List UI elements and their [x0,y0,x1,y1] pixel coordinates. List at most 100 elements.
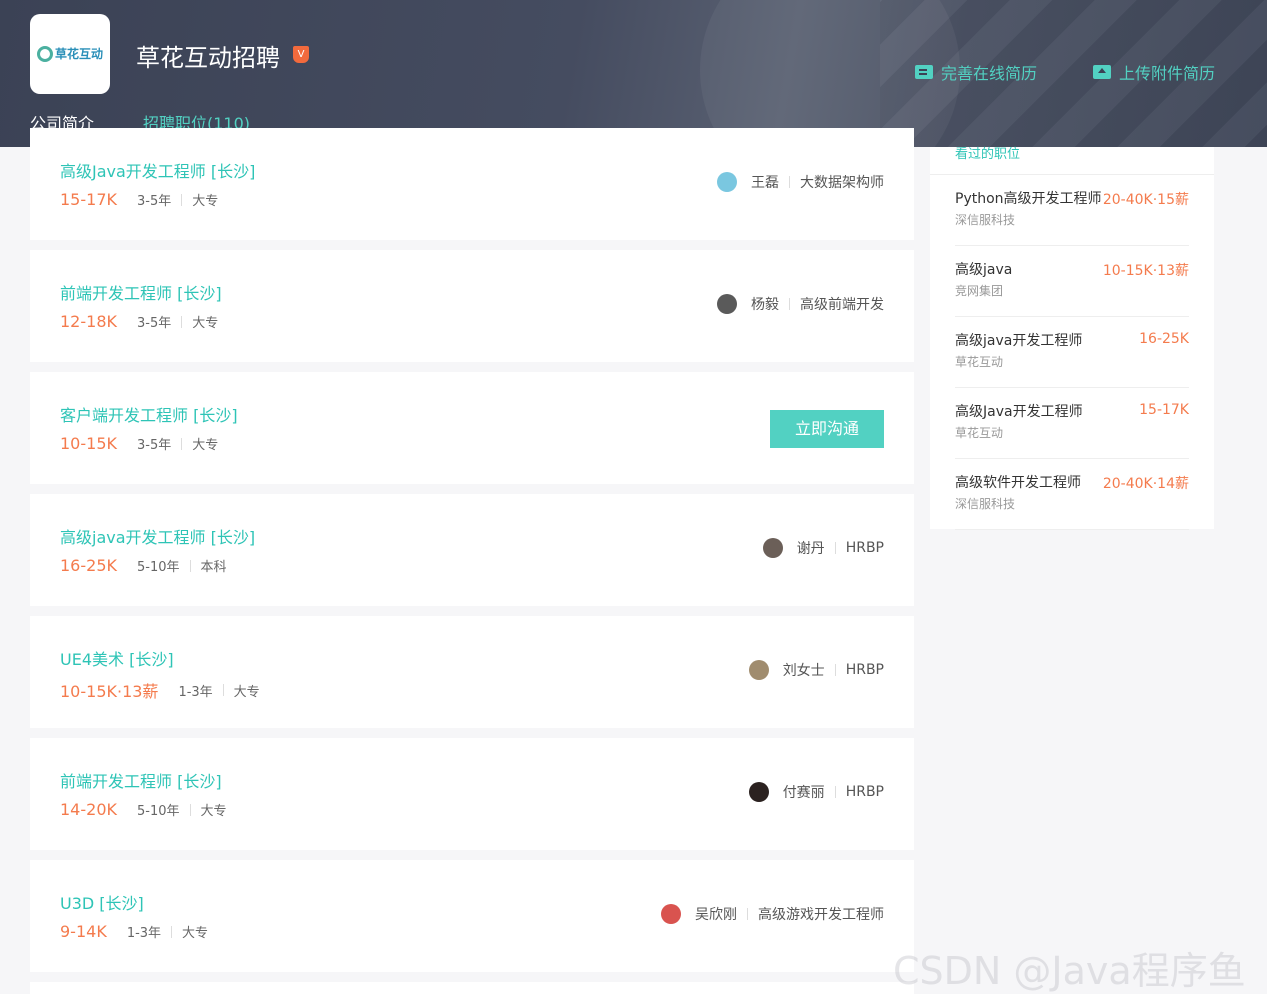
complete-resume-label: 完善在线简历 [941,64,1038,83]
viewed-job-title: 高级Java开发工程师 [955,404,1083,420]
divider [834,664,836,676]
job-experience: 1-3年 [178,684,213,700]
job-card[interactable]: 高级java开发工程师 [长沙] 16-25K 5-10年 本科 谢丹 HRBP [30,494,914,606]
recruiter-info: 谢丹 HRBP [762,538,884,558]
upload-icon [1093,65,1111,79]
chat-now-button[interactable]: 立即沟通 [770,410,884,448]
job-meta: 16-25K 5-10年 本科 [60,556,227,575]
divider [181,193,183,206]
job-meta: 15-17K 3-5年 大专 [60,190,218,209]
viewed-job-item[interactable]: 高级java开发工程师 草花互动 16-25K [955,317,1189,388]
upload-resume-label: 上传附件简历 [1119,64,1216,83]
divider [747,908,748,920]
job-card[interactable]: 前端开发工程师 [长沙] 12-18K 3-5年 大专 杨毅 高级前端开发 [30,250,914,362]
avatar [748,660,769,680]
divider [181,437,183,450]
viewed-job-salary: 20-40K·15薪 [1102,192,1189,208]
job-title[interactable]: 客户端开发工程师 [长沙] [60,402,238,426]
job-meta: 10-15K·13薪 1-3年 大专 [60,678,260,702]
job-experience: 5-10年 [136,560,180,575]
company-logo: 草花互动 [30,14,110,94]
recruiter-name: 谢丹 [796,541,825,557]
job-card[interactable]: 客户端开发工程师 [长沙] 10-15K 3-5年 大专 立即沟通 [30,372,914,484]
viewed-job-title: 高级java开发工程师 [955,333,1083,349]
recruiter-name: 杨毅 [751,297,779,313]
viewed-job-title: 高级java [955,262,1013,278]
viewed-job-company: 草花互动 [955,426,1004,440]
job-card[interactable]: U3D [长沙] 9-14K 1-3年 大专 吴欣刚 高级游戏开发工程师 [30,860,914,972]
viewed-job-title: Python高级开发工程师 [955,191,1102,207]
job-card[interactable] [30,982,914,994]
job-education: 大专 [192,316,219,331]
job-title[interactable]: U3D [长沙] [60,890,144,914]
viewed-job-item[interactable]: 高级java 竞网集团 10-15K·13薪 [955,246,1189,317]
viewed-job-item[interactable]: Python高级开发工程师 深信服科技 20-40K·15薪 [955,175,1189,246]
job-education: 大专 [200,804,227,819]
viewed-job-title: 高级软件开发工程师 [955,475,1081,491]
complete-resume-button[interactable]: 完善在线简历 [915,60,1037,84]
avatar [717,294,737,314]
job-education: 本科 [200,560,227,575]
viewed-jobs-title: 看过的职位 [955,147,1021,162]
job-experience: 3-5年 [136,438,172,453]
recruiter-role: 大数据架构师 [800,175,884,191]
upload-resume-button[interactable]: 上传附件简历 [1093,60,1215,84]
company-header: 草花互动 草花互动招聘 V 完善在线简历 上传附件简历 公司简介 招聘职位(11… [0,0,1267,147]
job-meta: 10-15K 3-5年 大专 [60,434,218,453]
recruiter-role: HRBP [845,540,884,556]
job-title[interactable]: 高级java开发工程师 [长沙] [60,524,255,548]
job-meta: 9-14K 1-3年 大专 [60,922,208,941]
job-salary: 9-14K [60,922,107,941]
recruiter-name: 付赛丽 [782,785,825,801]
job-salary: 12-18K [60,312,117,331]
watermark: CSDN @Java程序鱼 [893,949,1246,993]
viewed-job-salary: 10-15K·13薪 [1102,263,1189,279]
divider [181,315,183,328]
divider [189,803,191,816]
recruiter-info: 杨毅 高级前端开发 [717,294,884,314]
viewed-job-salary: 16-25K [1139,331,1189,347]
job-title[interactable]: 前端开发工程师 [长沙] [60,280,222,304]
job-education: 大专 [182,926,209,941]
divider [789,298,790,310]
job-title[interactable]: UE4美术 [长沙] [60,646,174,670]
job-card[interactable]: 前端开发工程师 [长沙] 14-20K 5-10年 大专 付赛丽 HRBP [30,738,914,850]
divider [189,559,191,572]
recruiter-info: 吴欣刚 高级游戏开发工程师 [661,904,884,924]
job-salary: 16-25K [60,556,117,575]
job-salary: 10-15K·13薪 [60,682,159,701]
job-card[interactable]: 高级Java开发工程师 [长沙] 15-17K 3-5年 大专 王磊 大数据架构… [30,128,914,240]
job-experience: 5-10年 [136,804,180,819]
viewed-job-item[interactable]: 高级Java开发工程师 草花互动 15-17K [955,388,1189,459]
recruiter-role: 高级游戏开发工程师 [758,907,884,923]
job-salary: 15-17K [60,190,117,209]
logo-text: 草花互动 [54,47,103,61]
viewed-job-salary: 20-40K·14薪 [1102,476,1189,492]
job-meta: 14-20K 5-10年 大专 [60,800,227,819]
job-meta: 12-18K 3-5年 大专 [60,312,218,331]
divider [222,684,224,696]
job-education: 大专 [233,684,260,700]
recruiter-info: 付赛丽 HRBP [748,782,884,802]
job-experience: 1-3年 [126,926,162,941]
recruiter-role: HRBP [845,784,884,800]
job-education: 大专 [192,438,219,453]
recruiter-name: 王磊 [751,175,779,191]
avatar [748,782,769,802]
viewed-job-item[interactable]: 高级软件开发工程师 深信服科技 20-40K·14薪 [955,459,1189,530]
viewed-job-company: 深信服科技 [955,213,1016,227]
viewed-job-company: 深信服科技 [955,497,1016,511]
logo-mark-icon [36,46,53,62]
job-title[interactable]: 前端开发工程师 [长沙] [60,768,222,792]
recruiter-info: 刘女士 HRBP [748,660,884,680]
resume-icon [915,65,933,79]
job-experience: 3-5年 [136,194,172,209]
job-salary: 14-20K [60,800,117,819]
job-title[interactable]: 高级Java开发工程师 [长沙] [60,158,255,182]
job-card[interactable]: UE4美术 [长沙] 10-15K·13薪 1-3年 大专 刘女士 HRBP [30,616,914,728]
job-salary: 10-15K [60,434,117,453]
recruiter-info: 王磊 大数据架构师 [717,172,884,192]
job-education: 大专 [192,194,219,209]
recruiter-name: 刘女士 [782,663,825,679]
viewed-job-salary: 15-17K [1139,402,1189,418]
